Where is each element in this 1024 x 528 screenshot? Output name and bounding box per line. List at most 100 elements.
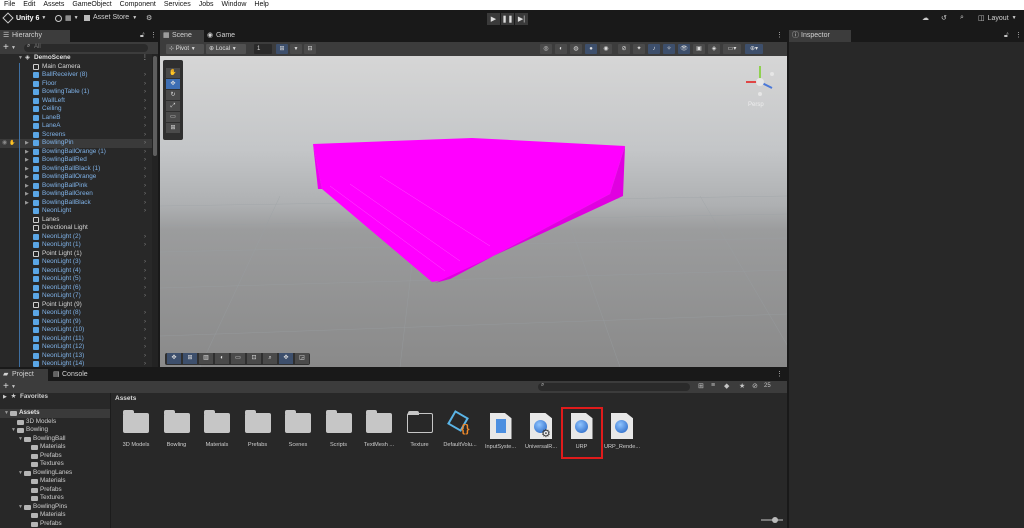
expand-arrow-icon[interactable]: ▶ [25,139,29,148]
open-prefab-icon[interactable]: › [144,114,146,123]
menu-item-edit[interactable]: Edit [23,0,35,10]
shading-icon[interactable]: ◐ [555,44,567,54]
edit-tool-icon[interactable]: ⊞ [183,353,197,364]
project-search-input[interactable]: ⌕ [538,382,690,391]
search-icon[interactable]: ⌕ [960,14,964,22]
expand-arrow-icon[interactable]: ▼ [18,435,23,444]
expand-arrow-icon[interactable]: ▶ [25,148,29,157]
tab-scene[interactable]: ▦ Scene [160,30,204,42]
hierarchy-item[interactable]: Point Light (9) [0,300,152,309]
asset-item[interactable]: Texture [399,411,441,448]
hierarchy-item[interactable]: NeonLight (3) › [0,258,152,267]
hierarchy-item[interactable]: NeonLight (1) › [0,241,152,250]
menu-item-component[interactable]: Component [120,0,156,10]
hierarchy-item[interactable]: ◉ ✋ ▶ BowlingPin › [0,139,152,148]
label-icon[interactable]: ◆ [724,382,729,390]
hierarchy-item[interactable]: NeonLight (11) › [0,334,152,344]
expand-arrow-icon[interactable]: ▶ [3,394,7,400]
hierarchy-item[interactable]: NeonLight (13) › [0,351,152,361]
project-tree-item[interactable]: ▼ BowlingPins [0,503,110,512]
hierarchy-item[interactable]: Lanes [0,215,152,224]
hierarchy-item[interactable]: NeonLight (2) › [0,232,152,241]
hierarchy-item[interactable]: BowlingTable (1) › [0,88,152,97]
menu-item-services[interactable]: Services [164,0,191,10]
open-prefab-icon[interactable]: › [144,199,146,208]
project-tree-item[interactable]: Prefabs [0,452,110,461]
hierarchy-item[interactable]: ▶ BowlingBallGreen › [0,190,152,199]
render-mode-dropdown[interactable]: ▭▾ [723,44,741,54]
hierarchy-item[interactable]: LaneB › [0,113,152,123]
open-prefab-icon[interactable]: › [144,352,146,361]
orientation-icon[interactable]: ◎ [540,44,552,54]
expand-arrow-icon[interactable]: ▶ [25,165,29,174]
open-prefab-icon[interactable]: › [144,173,146,182]
grid-snap-toggle[interactable]: ⊞ [276,44,288,54]
kebab-menu-icon[interactable]: ⋮ [142,54,148,63]
camera-icon[interactable]: ▣ [693,44,705,54]
gizmos-icon[interactable]: ◈ [708,44,720,54]
tab-hierarchy[interactable]: ☰ Hierarchy [0,30,70,42]
display-icon[interactable]: ▭ [231,353,245,364]
hierarchy-item[interactable]: Floor › [0,79,152,88]
open-prefab-icon[interactable]: › [144,88,146,97]
open-prefab-icon[interactable]: › [144,275,146,284]
asset-item[interactable]: Bowling [156,410,198,448]
project-tree-item[interactable]: ▼ Assets [0,409,110,418]
open-prefab-icon[interactable]: › [144,258,146,267]
asset-item[interactable]: TextMesh ... [358,410,400,448]
project-tree-item[interactable]: Materials [0,477,110,486]
tab-project[interactable]: ▰ Project [0,369,48,381]
hierarchy-scrollbar[interactable] [152,54,158,367]
visibility-icon[interactable]: ◉ [2,139,7,148]
open-prefab-icon[interactable]: › [144,343,146,352]
gear-icon[interactable]: ⚙ [146,14,152,22]
menu-item-jobs[interactable]: Jobs [199,0,214,10]
asset-item[interactable]: URP [560,407,603,459]
expand-arrow-icon[interactable]: ▼ [18,503,23,512]
hierarchy-item[interactable]: ▶ BowlingBallRed › [0,156,152,165]
play-button[interactable]: ▶ [487,13,500,25]
hierarchy-item[interactable]: NeonLight (5) › [0,275,152,284]
slider-knob[interactable] [772,517,778,523]
magenta-bowling-lane-mesh[interactable] [313,138,625,283]
open-prefab-icon[interactable]: › [144,156,146,165]
search-by-type-icon[interactable]: ⊞ [698,382,704,390]
kebab-menu-icon[interactable]: ⋮ [776,31,783,39]
favorites-row[interactable]: ▶ ★ Favorites [0,393,48,402]
add-icon[interactable]: + [3,381,9,393]
kebab-menu-icon[interactable]: ⋮ [150,31,157,39]
open-prefab-icon[interactable]: › [144,267,146,276]
add-icon[interactable]: + [3,42,9,54]
project-tree-item[interactable]: ▼ Bowling [0,426,110,435]
pickable-icon[interactable]: ✋ [9,139,15,148]
open-prefab-icon[interactable]: › [144,335,146,344]
overlay-icon[interactable]: ◲ [295,353,309,364]
filter-icon[interactable]: ≡ [711,382,715,389]
scene-row[interactable]: ▼ ◈ DemoScene ⋮ [0,54,152,63]
menu-item-window[interactable]: Window [222,0,247,10]
asset-item[interactable]: ⚙ UniversalR... [520,413,562,450]
hierarchy-item[interactable]: ▶ BowlingBallBlack (1) › [0,164,152,174]
snap-increment-field[interactable]: 1 [254,44,272,54]
open-prefab-icon[interactable]: › [144,139,146,148]
asset-item[interactable]: Scripts [318,410,360,448]
chevron-down-icon[interactable]: ▼ [290,44,302,54]
open-prefab-icon[interactable]: › [144,241,146,250]
scene-viewport[interactable]: ✋ ✥ ↻ ⤢ ▭ ⊞ Persp ✥ ⊞ ▥ ◐ ▭ ⊡ ⌕ ✥ ◲ [160,56,787,367]
project-tree-item[interactable]: 3D Models [0,418,110,427]
menu-item-file[interactable]: File [4,0,15,10]
history-icon[interactable]: ↺ [941,14,947,22]
open-prefab-icon[interactable]: › [144,326,146,335]
open-prefab-icon[interactable]: › [144,122,146,131]
hierarchy-item[interactable]: WallLeft › [0,96,152,105]
project-tree-item[interactable]: Textures [0,460,110,469]
project-tree-item[interactable]: Textures [0,494,110,503]
asset-store-button[interactable]: Asset Store ▼ [84,14,137,21]
menu-item-gameobject[interactable]: GameObject [72,0,111,10]
menu-item-help[interactable]: Help [254,0,268,10]
increment-snap-icon[interactable]: ⊟ [304,44,316,54]
move-tool-icon[interactable]: ✥ [166,79,180,89]
fx-toggle-icon[interactable]: ✧ [663,44,675,54]
expand-arrow-icon[interactable]: ▼ [11,426,16,435]
scrollbar-thumb[interactable] [153,56,157,156]
